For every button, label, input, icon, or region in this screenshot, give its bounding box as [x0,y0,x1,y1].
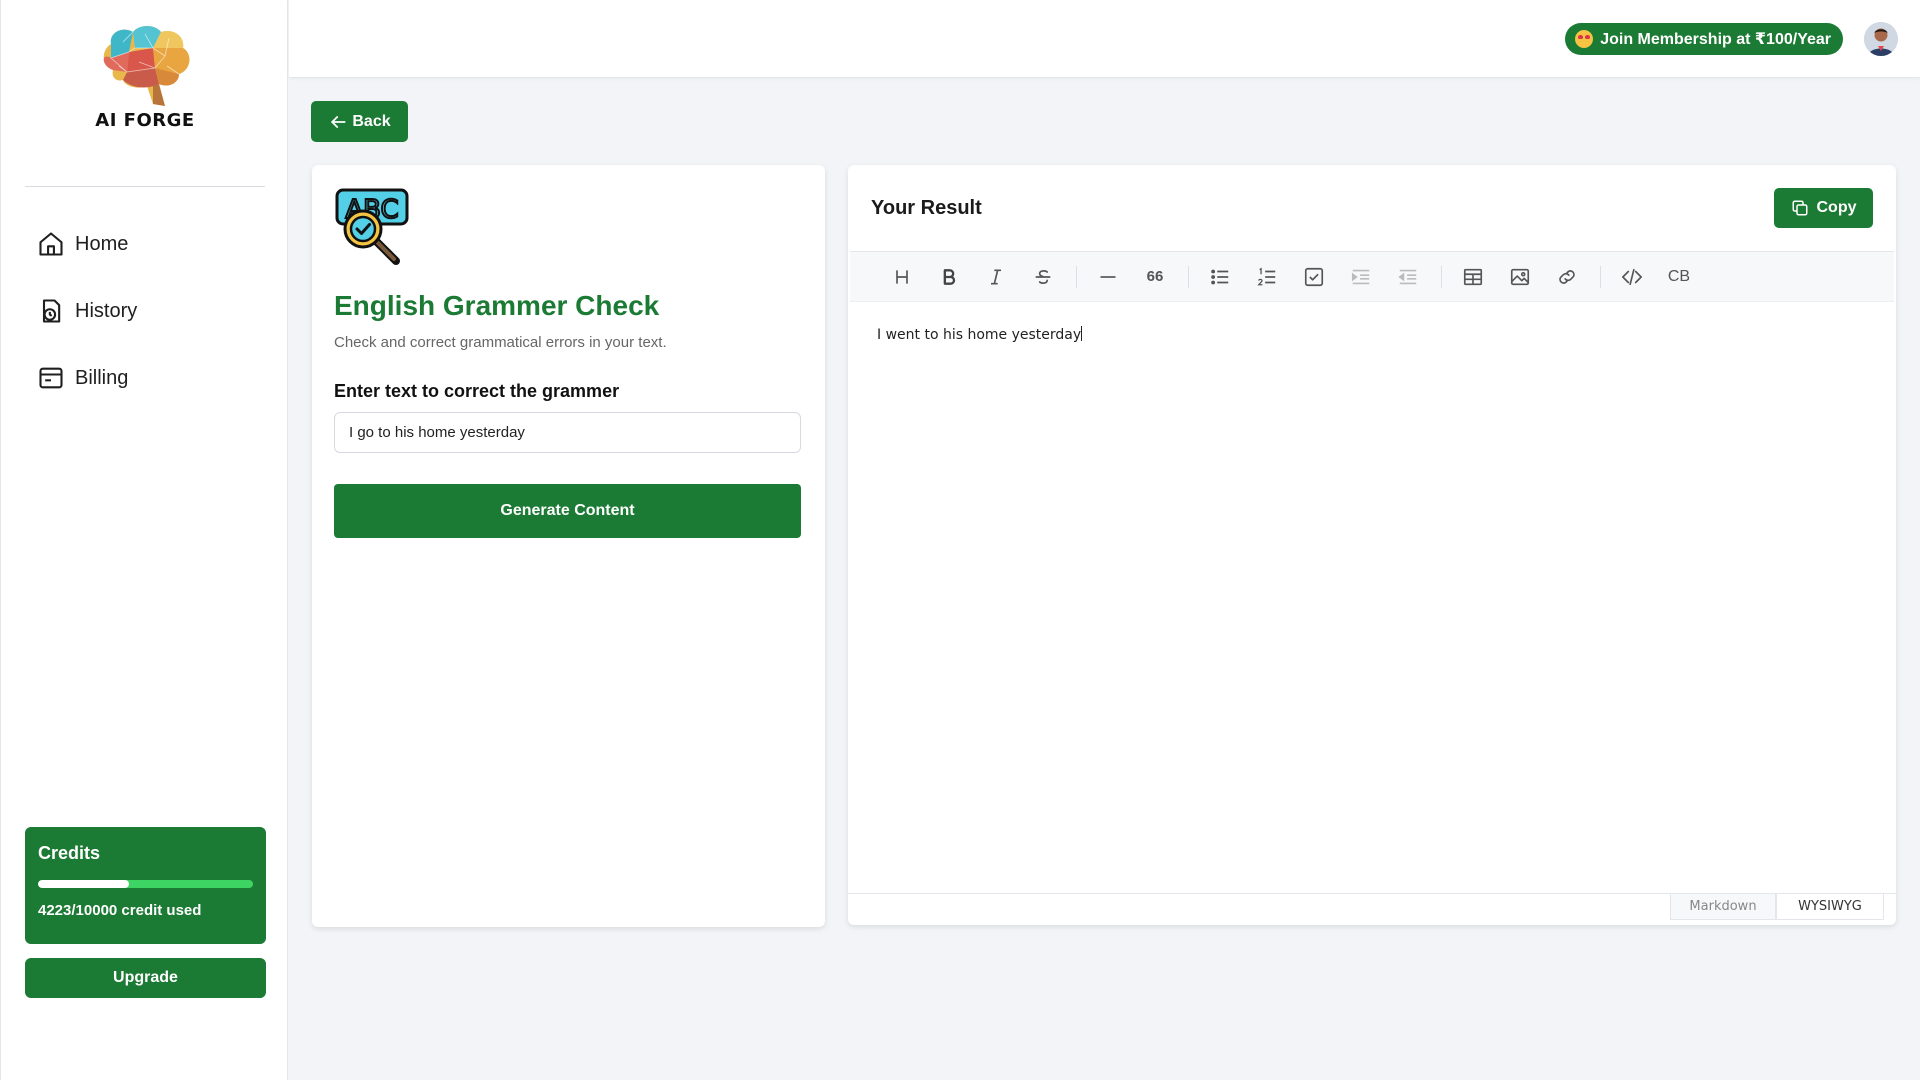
outdent-button[interactable] [1394,263,1422,291]
credits-progress-fill [38,880,129,888]
quote-button[interactable]: 66 [1141,263,1169,291]
markdown-editor: 66 CB I went to his home yesterday [850,251,1894,893]
markdown-mode-tab[interactable]: Markdown [1670,894,1776,920]
toolbar-divider [1600,265,1601,288]
user-avatar-icon [1864,22,1898,56]
toolbar-divider [1441,265,1442,288]
bullet-list-icon [1211,269,1229,284]
strikethrough-button[interactable] [1029,263,1057,291]
logo[interactable]: AI FORGE [1,22,289,131]
abc-magnifier-icon: ABC [335,188,409,265]
sidebar-item-label: Billing [75,366,129,389]
task-list-button[interactable] [1300,263,1328,291]
code-icon [1622,268,1642,285]
credits-progress-bar [38,880,253,888]
tool-form-card: ABC English Grammer Check Check and corr… [312,165,825,927]
toolbar-divider [1188,265,1189,288]
horizontal-rule-icon [1100,275,1116,278]
copy-icon [1792,200,1807,216]
sidebar: AI FORGE Home History Billing Credits 42… [0,0,288,1080]
credits-title: Credits [38,843,101,863]
sidebar-item-history[interactable]: History [37,293,137,329]
bold-button[interactable] [935,263,963,291]
tool-title: English Grammer Check [334,290,660,321]
result-card: Your Result Copy 66 CB I went to his hom… [848,165,1896,925]
bold-icon [943,268,956,285]
ordered-list-button[interactable] [1253,263,1281,291]
copy-button[interactable]: Copy [1774,188,1873,228]
logo-text: AI FORGE [95,110,195,131]
indent-icon [1351,269,1370,284]
checkbox-icon [1304,267,1324,286]
membership-button[interactable]: Join Membership at ₹100/Year [1565,23,1843,55]
ordered-list-icon [1257,267,1276,285]
heading-button[interactable] [888,263,916,291]
link-button[interactable] [1553,263,1581,291]
heading-icon [896,269,908,284]
avatar[interactable] [1864,22,1898,56]
table-icon [1463,268,1483,285]
italic-button[interactable] [982,263,1010,291]
sidebar-item-label: History [75,299,138,322]
membership-label: Join Membership at ₹100/Year [1600,31,1831,48]
brain-logo-icon [103,26,190,106]
generate-content-button[interactable]: Generate Content [334,484,801,538]
toolbar-divider [1076,265,1077,288]
outdent-icon [1398,269,1417,284]
heart-eyes-emoji-icon [1575,30,1594,48]
italic-icon [991,269,1001,284]
sidebar-nav: Home History Billing [37,226,137,427]
bullet-list-button[interactable] [1206,263,1234,291]
credits-used-text: 4223/10000 credit used [38,902,202,919]
codeblock-icon: CB [1667,267,1691,285]
topbar: Join Membership at ₹100/Year [289,0,1920,78]
upgrade-button[interactable]: Upgrade [25,958,266,998]
editor-content[interactable]: I went to his home yesterday [850,302,1894,367]
billing-icon [39,367,63,389]
tool-description: Check and correct grammatical errors in … [334,334,667,351]
history-icon [42,299,61,323]
grammar-text-input[interactable] [334,412,801,453]
arrow-left-icon [331,115,346,128]
back-label: Back [352,112,391,130]
result-title: Your Result [871,197,982,219]
image-button[interactable] [1506,263,1534,291]
wysiwyg-mode-tab[interactable]: WYSIWYG [1776,894,1884,920]
input-label: Enter text to correct the grammer [334,381,620,401]
editor-mode-switch: Markdown WYSIWYG [848,893,1896,923]
image-icon [1510,268,1530,285]
back-button[interactable]: Back [311,101,408,142]
horizontal-rule-button[interactable] [1094,263,1122,291]
link-icon [1559,269,1575,284]
sidebar-item-home[interactable]: Home [37,226,137,262]
result-text: I went to his home yesterday [877,327,1082,343]
sidebar-divider [25,186,265,187]
sidebar-item-label: Home [75,232,129,255]
copy-label: Copy [1816,199,1857,216]
editor-toolbar: 66 CB [850,252,1894,302]
home-icon [39,232,63,256]
codeblock-button[interactable]: CB [1665,263,1693,291]
quote-icon: 66 [1146,268,1164,285]
sidebar-item-billing[interactable]: Billing [37,360,137,396]
credits-card: Credits 4223/10000 credit used [25,827,266,944]
code-button[interactable] [1618,263,1646,291]
text-caret [1081,326,1083,341]
indent-button[interactable] [1347,263,1375,291]
strikethrough-icon [1035,269,1051,284]
table-button[interactable] [1459,263,1487,291]
